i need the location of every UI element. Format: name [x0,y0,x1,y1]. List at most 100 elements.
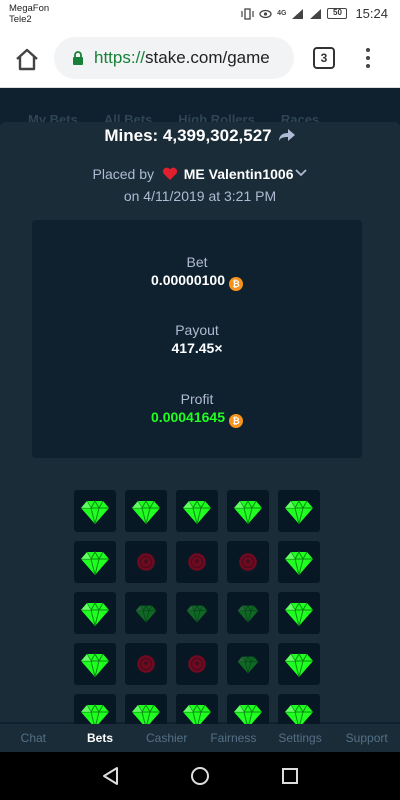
mine-tile [227,643,269,685]
gem-icon [285,550,313,576]
gem-icon [186,604,208,623]
mine-tile [227,490,269,532]
heart-icon [162,167,177,180]
share-icon[interactable] [278,128,296,142]
gem-icon [234,499,262,525]
bitcoin-icon: ₿ [228,277,243,291]
carrier-1: MegaFon [9,3,50,14]
nav-item-fairness[interactable]: Fairness [200,731,267,745]
address-bar[interactable]: https://stake.com/game [54,37,294,79]
payout-value: 417.45× [171,340,223,356]
placed-by: Placed by ME Valentin1006 [0,166,400,182]
gem-icon [237,655,259,674]
mine-tile [125,694,167,724]
url-protocol: https:// [94,48,146,67]
mine-icon [137,655,155,673]
browser-toolbar: https://stake.com/game 3 [0,30,400,88]
system-nav-bar [0,752,400,800]
mine-tile [278,592,320,634]
mine-tile [176,592,218,634]
profit-label: Profit [180,391,214,407]
gem-icon [237,604,259,623]
mine-tile [278,694,320,724]
clock: 15:24 [355,6,388,21]
nav-item-chat[interactable]: Chat [0,731,67,745]
gem-icon [183,499,211,525]
nav-item-cashier[interactable]: Cashier [133,731,200,745]
mine-tile [74,643,116,685]
status-icons: 4G 50 15:24 [241,6,388,21]
home-nav-icon[interactable] [190,766,210,786]
browser-menu-icon[interactable] [363,46,373,70]
tab-switcher-button[interactable]: 3 [313,47,335,69]
mine-tile [278,541,320,583]
nav-item-bets[interactable]: Bets [67,731,134,745]
nav-item-support[interactable]: Support [333,731,400,745]
mine-tile [125,592,167,634]
chevron-down-icon[interactable] [295,169,308,177]
mine-tile [278,490,320,532]
profit-value: 0.00041645 ₿ [32,409,362,428]
nav-item-settings[interactable]: Settings [267,731,334,745]
modal-title: Mines: 4,399,302,527 [0,126,400,146]
bet-amount: 0.00000100 [151,272,225,288]
mines-grid [74,490,320,724]
eye-icon [259,9,272,18]
bet-label: Bet [186,254,208,270]
bet-stats-panel: Bet 0.00000100 ₿ Payout 417.45× Profit 0.… [32,220,362,458]
gem-icon [81,550,109,576]
gem-icon [81,601,109,627]
mine-icon [188,655,206,673]
status-bar: MegaFon Tele2 4G 50 15:24 [0,0,400,30]
mine-tile [74,490,116,532]
gem-icon [81,499,109,525]
gem-icon [132,703,160,724]
back-icon[interactable] [101,766,121,786]
gem-icon [183,703,211,724]
mine-tile [74,592,116,634]
mine-tile [125,643,167,685]
gem-icon [234,703,262,724]
gem-icon [81,703,109,724]
carrier-2: Tele2 [9,14,32,25]
mine-tile [74,694,116,724]
bet-date: on 4/11/2019 at 3:21 PM [123,188,277,204]
gem-icon [285,601,313,627]
mine-icon [239,553,257,571]
mine-tile [176,694,218,724]
carrier-info: MegaFon Tele2 [9,3,49,25]
mine-tile [227,541,269,583]
mine-tile [176,490,218,532]
battery-icon: 50 [327,8,348,19]
mine-icon [137,553,155,571]
gem-icon [132,499,160,525]
gem-icon [135,604,157,623]
profit-amount: 0.00041645 [151,409,225,425]
bitcoin-icon: ₿ [228,414,243,428]
mine-tile [176,643,218,685]
network-type: 4G [277,10,287,17]
mine-tile [125,541,167,583]
gem-icon [285,652,313,678]
payout-label: Payout [175,322,219,338]
bottom-nav: Chat Bets Cashier Fairness Settings Support [0,724,400,752]
app-content: My Bets All Bets High Rollers Races Mine… [0,88,400,724]
mine-tile [227,592,269,634]
lock-icon [73,51,83,65]
mine-tile [125,490,167,532]
mine-tile [176,541,218,583]
bet-title: Mines: 4,399,302,527 [104,126,272,145]
username-link[interactable]: ME Valentin1006 [184,166,294,182]
mine-icon [188,553,206,571]
vibrate-icon [241,7,254,20]
home-icon[interactable] [14,46,40,72]
bet-value: 0.00000100 ₿ [32,272,362,291]
url-text: https://stake.com/game [94,48,270,68]
signal-icon [292,8,304,19]
gem-icon [81,652,109,678]
mine-tile [227,694,269,724]
recents-icon[interactable] [280,766,300,786]
gem-icon [285,703,313,724]
url-host: stake.com/game [145,48,270,67]
gem-icon [285,499,313,525]
